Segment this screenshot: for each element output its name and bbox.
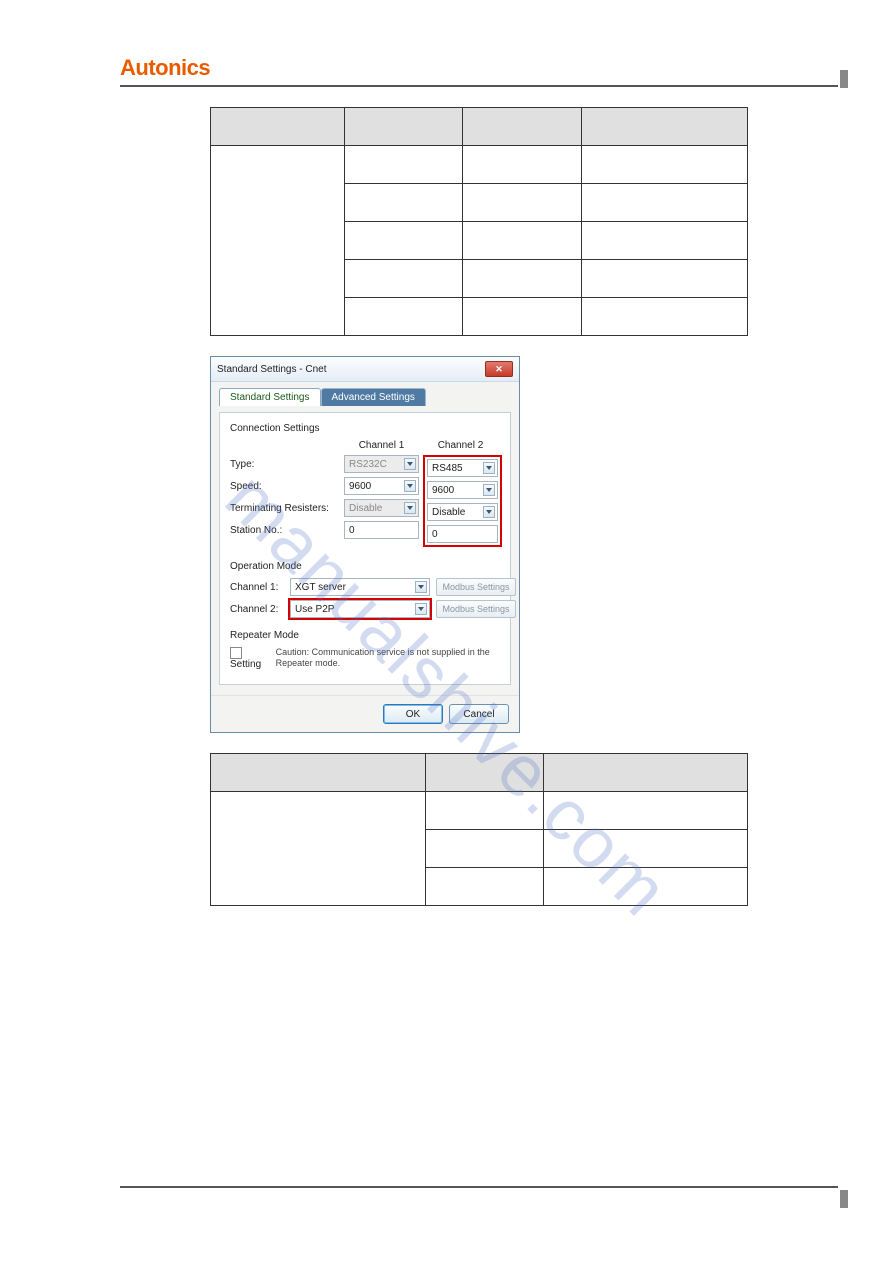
channel1-header: Channel 1 [344,440,419,451]
speed-ch1-select[interactable]: 9600 [344,477,419,495]
chevron-down-icon [483,462,495,474]
repeater-caution-text: Caution: Communication service is not su… [276,647,500,669]
term-ch2-select[interactable]: Disable [427,503,498,521]
tab-advanced-settings[interactable]: Advanced Settings [321,388,426,406]
type-ch2-select[interactable]: RS485 [427,459,498,477]
connection-settings-title: Connection Settings [230,423,500,434]
station-ch1-input[interactable]: 0 [344,521,419,539]
tab-standard-settings[interactable]: Standard Settings [219,388,321,406]
terminating-label: Terminating Resisters: [230,499,340,517]
modbus-settings-ch2-button: Modbus Settings [436,600,516,618]
brand-logo: Autonics [120,55,210,81]
repeater-mode-title: Repeater Mode [230,630,500,641]
chevron-down-icon [404,480,416,492]
op-ch1-select[interactable]: XGT server [290,578,430,596]
close-icon: ✕ [495,364,503,375]
checkbox-icon [230,647,242,659]
cancel-button[interactable]: Cancel [449,704,509,724]
chevron-down-icon [404,502,416,514]
channel2-header: Channel 2 [423,440,498,451]
op-ch2-label: Channel 2: [230,604,284,615]
dialog-titlebar: Standard Settings - Cnet ✕ [211,357,519,382]
op-ch2-select[interactable]: Use P2P [290,600,430,618]
footer-rule [120,1186,838,1188]
chevron-down-icon [415,581,427,593]
modbus-settings-ch1-button: Modbus Settings [436,578,516,596]
standard-settings-dialog: Standard Settings - Cnet ✕ Standard Sett… [210,356,520,733]
speed-ch2-select[interactable]: 9600 [427,481,498,499]
term-ch1-select: Disable [344,499,419,517]
header-decoration [840,70,848,88]
chevron-down-icon [483,484,495,496]
type-label: Type: [230,455,340,473]
close-button[interactable]: ✕ [485,361,513,377]
repeater-setting-checkbox[interactable]: Setting [230,647,268,670]
ok-button[interactable]: OK [383,704,443,724]
type-ch1-select: RS232C [344,455,419,473]
dialog-title: Standard Settings - Cnet [217,364,327,375]
station-label: Station No.: [230,521,340,539]
channel2-highlight: RS485 9600 Disable 0 [423,455,502,547]
operation-mode-title: Operation Mode [230,561,500,572]
footer-decoration [840,1190,848,1208]
chevron-down-icon [483,506,495,518]
op-ch1-label: Channel 1: [230,582,284,593]
speed-label: Speed: [230,477,340,495]
chevron-down-icon [415,603,427,615]
station-ch2-input[interactable]: 0 [427,525,498,543]
chevron-down-icon [404,458,416,470]
settings-table-2 [210,753,748,906]
settings-table-1 [210,107,748,336]
repeater-setting-label: Setting [230,659,261,670]
